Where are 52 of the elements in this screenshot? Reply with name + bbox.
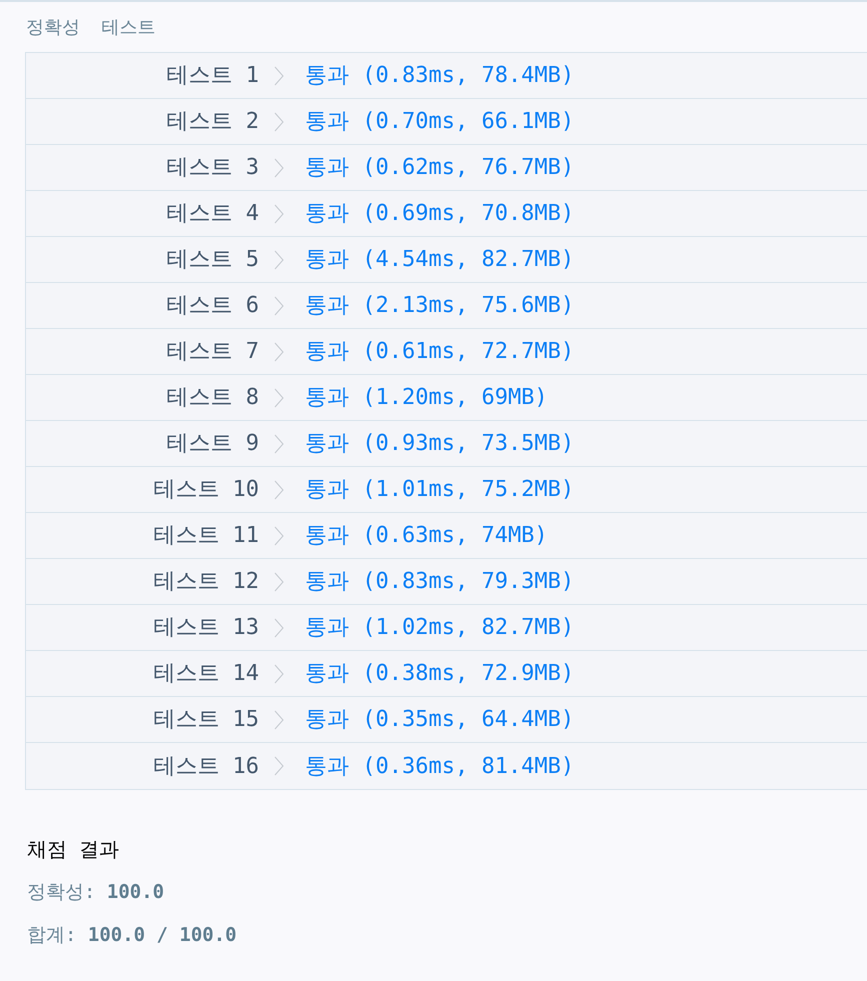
- chevron-icon: [273, 755, 285, 777]
- test-result: 통과 (0.69ms, 70.8MB): [305, 200, 574, 228]
- test-result: 통과 (0.83ms, 78.4MB): [305, 62, 574, 90]
- test-result: 통과 (0.35ms, 64.4MB): [305, 706, 574, 734]
- test-label: 테스트 16: [152, 752, 259, 780]
- test-label: 테스트 8: [166, 384, 259, 412]
- test-label: 테스트 11: [152, 522, 259, 550]
- test-result: 통과 (1.20ms, 69MB): [305, 384, 548, 412]
- test-label: 테스트 7: [166, 338, 259, 366]
- test-label: 테스트 1: [166, 62, 259, 90]
- chevron-icon: [273, 524, 285, 546]
- test-label: 테스트 6: [166, 292, 259, 320]
- summary-line: 합계: 100.0 / 100.0: [27, 922, 238, 948]
- chevron-icon: [273, 478, 285, 500]
- test-result: 통과 (0.83ms, 79.3MB): [305, 568, 574, 596]
- section-title: 정확성 테스트: [25, 16, 157, 40]
- test-result: 통과 (0.36ms, 81.4MB): [305, 752, 574, 780]
- test-result: 통과 (1.01ms, 75.2MB): [305, 476, 574, 504]
- chevron-icon: [273, 708, 285, 730]
- chevron-icon: [273, 110, 285, 132]
- summary-title: 채점 결과: [27, 836, 120, 863]
- test-label: 테스트 12: [152, 568, 259, 596]
- chevron-icon: [273, 248, 285, 270]
- test-label: 테스트 4: [166, 200, 259, 228]
- chevron-icon: [273, 570, 285, 592]
- test-result: 통과 (0.38ms, 72.9MB): [305, 660, 574, 688]
- test-label: 테스트 13: [152, 614, 259, 642]
- test-label: 테스트 3: [166, 154, 259, 182]
- test-label: 테스트 15: [152, 706, 259, 734]
- test-result: 통과 (2.13ms, 75.6MB): [305, 292, 574, 320]
- test-label: 테스트 9: [166, 430, 259, 458]
- test-result: 통과 (0.61ms, 72.7MB): [305, 338, 574, 366]
- chevron-icon: [273, 662, 285, 684]
- chevron-icon: [273, 202, 285, 224]
- test-result: 통과 (0.63ms, 74MB): [305, 522, 548, 550]
- chevron-icon: [273, 340, 285, 362]
- test-label: 테스트 5: [166, 246, 259, 274]
- chevron-icon: [273, 156, 285, 178]
- test-result: 통과 (0.70ms, 66.1MB): [305, 108, 574, 136]
- test-result: 통과 (1.02ms, 82.7MB): [305, 614, 574, 642]
- summary-line: 정확성: 100.0: [27, 880, 166, 905]
- test-label: 테스트 10: [152, 476, 259, 504]
- chevron-icon: [273, 386, 285, 408]
- test-label: 테스트 14: [152, 660, 259, 688]
- chevron-icon: [273, 294, 285, 316]
- test-label: 테스트 2: [166, 108, 259, 136]
- chevron-icon: [273, 616, 285, 638]
- test-result: 통과 (0.62ms, 76.7MB): [305, 154, 574, 182]
- chevron-icon: [273, 64, 285, 86]
- chevron-icon: [273, 432, 285, 454]
- test-result: 통과 (4.54ms, 82.7MB): [305, 246, 574, 274]
- test-result: 통과 (0.93ms, 73.5MB): [305, 430, 574, 458]
